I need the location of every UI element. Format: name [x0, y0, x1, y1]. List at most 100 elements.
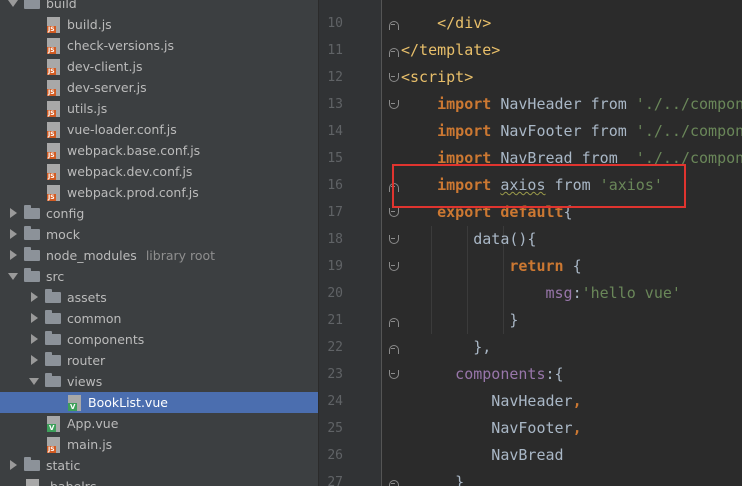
tree-folder-mock[interactable]: mock: [0, 224, 318, 245]
tree-folder-views[interactable]: views: [0, 371, 318, 392]
code-line[interactable]: import NavFooter from './../components/N…: [437, 118, 742, 145]
tree-item-label: webpack.prod.conf.js: [67, 185, 199, 200]
tree-item-label: components: [67, 332, 145, 347]
tree-folder-router[interactable]: router: [0, 350, 318, 371]
tree-file-app-vue[interactable]: App.vue: [0, 413, 318, 434]
line-number: 20: [327, 286, 343, 301]
code-token: import: [437, 95, 492, 113]
code-token: }: [509, 311, 519, 329]
line-number: 23: [327, 367, 343, 382]
code-line[interactable]: NavBread: [491, 442, 563, 469]
code-token: NavFooter: [491, 419, 573, 437]
folder-icon: [24, 268, 40, 282]
fold-open-icon[interactable]: [387, 99, 399, 111]
code-token: {: [563, 257, 582, 275]
tree-file-dev-client-js[interactable]: dev-client.js: [0, 56, 318, 77]
tree-folder-src[interactable]: src: [0, 266, 318, 287]
tree-folder-build[interactable]: build: [0, 0, 318, 14]
line-number: 27: [327, 475, 343, 486]
code-token: </template>: [401, 41, 501, 59]
code-editor[interactable]: 10 11 12 13 14 15 16 17 18 19 20 21 22 23 24 25 26 27 </d…: [319, 0, 742, 486]
line-number: 13: [327, 97, 343, 112]
code-line[interactable]: }: [455, 469, 464, 486]
tree-file-check-versions-js[interactable]: check-versions.js: [0, 35, 318, 56]
collapse-arrow-icon[interactable]: [10, 229, 17, 239]
code-line[interactable]: <script>: [401, 64, 473, 91]
line-number: 26: [327, 448, 343, 463]
expand-arrow-icon[interactable]: [8, 273, 18, 280]
collapse-arrow-icon[interactable]: [10, 250, 17, 260]
collapse-arrow-icon[interactable]: [31, 334, 38, 344]
collapse-arrow-icon[interactable]: [10, 208, 17, 218]
tree-folder-static[interactable]: static: [0, 455, 318, 476]
code-token: import: [437, 122, 492, 140]
tree-file-webpack-base-conf-js[interactable]: webpack.base.conf.js: [0, 140, 318, 161]
code-line[interactable]: import NavHeader from './../components/N…: [437, 91, 742, 118]
tree-folder-config[interactable]: config: [0, 203, 318, 224]
fold-close-icon[interactable]: [387, 18, 399, 30]
tree-item-label: webpack.base.conf.js: [67, 143, 201, 158]
tree-file-vue-loader-conf-js[interactable]: vue-loader.conf.js: [0, 119, 318, 140]
collapse-arrow-icon[interactable]: [31, 355, 38, 365]
tree-file-webpack-prod-conf-js[interactable]: webpack.prod.conf.js: [0, 182, 318, 203]
collapse-arrow-icon[interactable]: [10, 460, 17, 470]
code-line[interactable]: </template>: [401, 37, 500, 64]
js-file-icon: [26, 479, 39, 486]
collapse-arrow-icon[interactable]: [31, 313, 38, 323]
fold-open-icon[interactable]: [387, 207, 399, 219]
code-line[interactable]: </div>: [437, 10, 491, 37]
tree-item-label: router: [67, 353, 106, 368]
annotation-highlight-box: [392, 164, 686, 208]
tree-folder-common[interactable]: common: [0, 308, 318, 329]
tree-item-label: dev-server.js: [67, 80, 147, 95]
tree-item-label: node_modules library root: [46, 248, 216, 263]
js-file-icon: [47, 164, 60, 180]
fold-open-icon[interactable]: [387, 234, 399, 246]
code-line[interactable]: components:{: [455, 361, 563, 388]
code-token: NavBread: [491, 446, 564, 464]
code-line[interactable]: },: [473, 334, 491, 361]
fold-open-icon[interactable]: [387, 369, 399, 381]
line-number: 11: [327, 43, 343, 58]
tree-item-label: utils.js: [67, 101, 108, 116]
collapse-arrow-icon[interactable]: [31, 292, 38, 302]
tree-item-label: vue-loader.conf.js: [67, 122, 177, 137]
fold-close-icon[interactable]: [387, 45, 399, 57]
tree-item-label: src: [46, 269, 65, 284]
code-token: :: [572, 284, 582, 302]
tree-file--babelrc[interactable]: .babelrc: [0, 476, 318, 486]
tree-file-utils-js[interactable]: utils.js: [0, 98, 318, 119]
line-number: 16: [327, 178, 343, 193]
fold-close-icon[interactable]: [387, 477, 399, 486]
tree-folder-assets[interactable]: assets: [0, 287, 318, 308]
line-number: 10: [327, 16, 343, 31]
code-token: from: [590, 122, 627, 140]
tree-file-main-js[interactable]: main.js: [0, 434, 318, 455]
expand-arrow-icon[interactable]: [8, 0, 18, 7]
tree-file-build-js[interactable]: build.js: [0, 14, 318, 35]
code-token: NavHeader: [491, 95, 591, 113]
js-file-icon: [47, 185, 60, 201]
code-line[interactable]: data(){: [473, 226, 536, 253]
tree-file-booklist-vue[interactable]: BookList.vue: [0, 392, 318, 413]
fold-open-icon[interactable]: [387, 261, 399, 273]
fold-close-icon[interactable]: [387, 315, 399, 327]
tree-file-webpack-dev-conf-js[interactable]: webpack.dev.conf.js: [0, 161, 318, 182]
code-line[interactable]: NavHeader,: [491, 388, 581, 415]
code-token: data: [473, 230, 510, 248]
fold-open-icon[interactable]: [387, 72, 399, 84]
code-line[interactable]: msg:'hello vue': [545, 280, 680, 307]
code-line[interactable]: }: [509, 307, 518, 334]
code-line[interactable]: NavFooter,: [491, 415, 581, 442]
tree-folder-components[interactable]: components: [0, 329, 318, 350]
code-token: }: [455, 473, 465, 486]
js-file-icon: [47, 437, 60, 453]
vue-file-icon: [47, 416, 60, 432]
fold-close-icon[interactable]: [387, 342, 399, 354]
tree-file-dev-server-js[interactable]: dev-server.js: [0, 77, 318, 98]
tree-folder-node-modules[interactable]: node_modules library root: [0, 245, 318, 266]
expand-arrow-icon[interactable]: [29, 378, 39, 385]
tree-item-label: common: [67, 311, 122, 326]
folder-icon: [45, 289, 61, 303]
code-line[interactable]: return {: [509, 253, 581, 280]
